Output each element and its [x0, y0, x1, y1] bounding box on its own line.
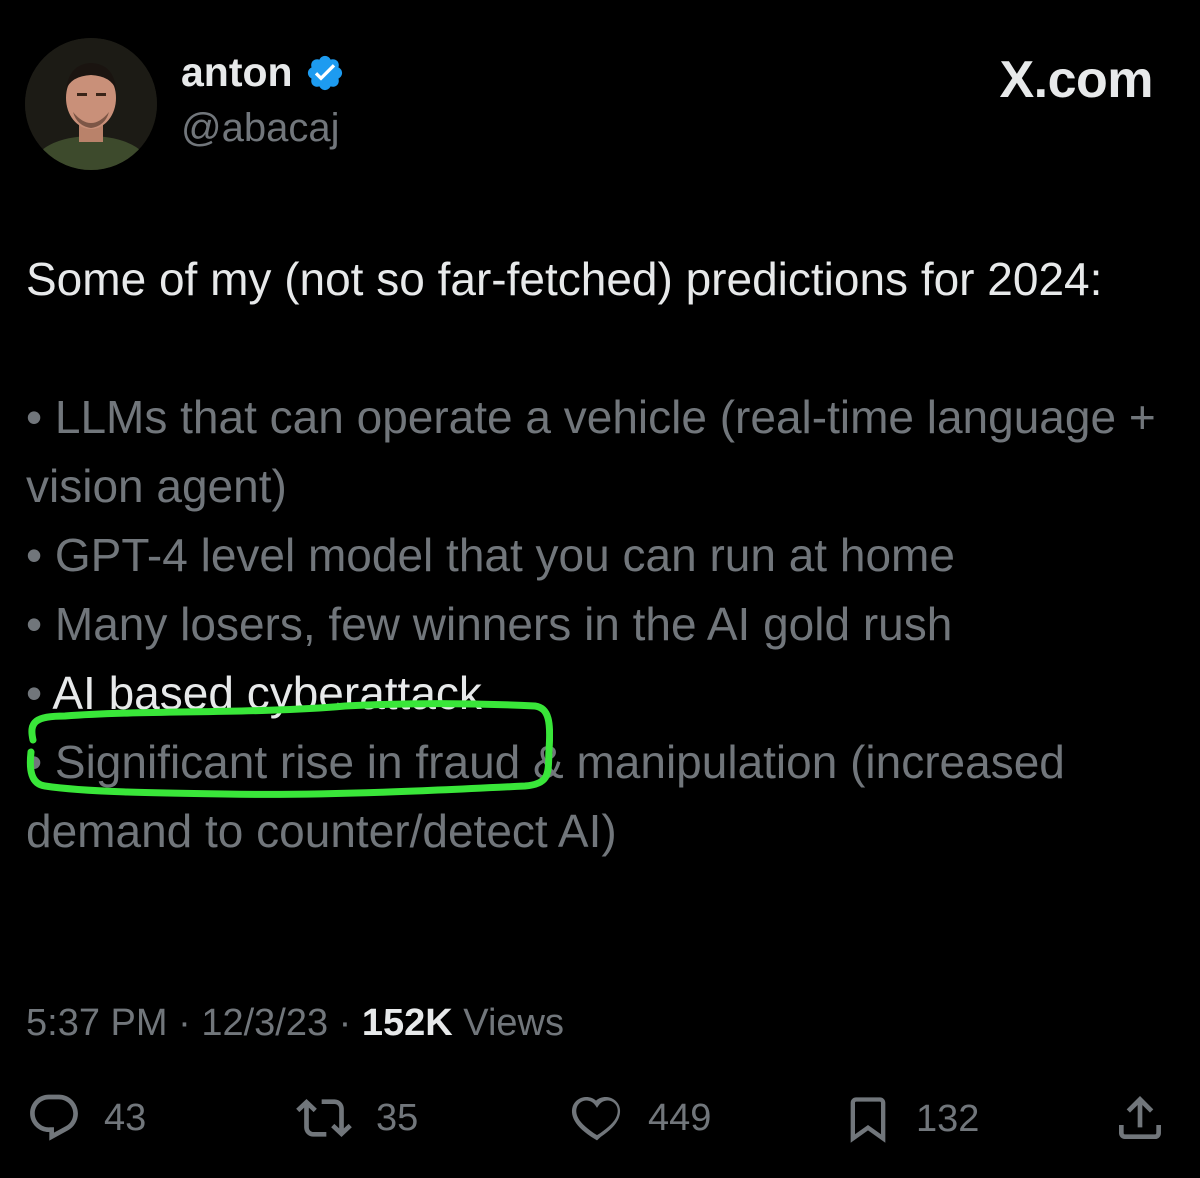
meta-separator: ·: [178, 1002, 191, 1044]
prediction-item: • Significant rise in fraud & manipulati…: [26, 728, 1186, 866]
repost-icon: [296, 1099, 352, 1137]
prediction-item: • Many losers, few winners in the AI gol…: [26, 590, 1186, 659]
bookmark-icon: [850, 1097, 886, 1143]
prediction-text: Significant rise in fraud & manipulation…: [26, 736, 1065, 857]
author-handle[interactable]: @abacaj: [181, 108, 339, 148]
bookmark-count: 132: [916, 1098, 980, 1140]
prediction-text: GPT-4 level model that you can run at ho…: [54, 529, 955, 581]
reply-count: 43: [104, 1097, 147, 1139]
tweet-time[interactable]: 5:37 PM: [26, 1002, 168, 1044]
prediction-text: AI based cyberattack: [52, 667, 482, 719]
site-label: X.com: [999, 51, 1153, 109]
prediction-item: • LLMs that can operate a vehicle (real-…: [26, 383, 1186, 521]
reply-icon: [30, 1094, 78, 1141]
prediction-text: Many losers, few winners in the AI gold …: [54, 598, 953, 650]
views-label: Views: [463, 1002, 564, 1044]
tweet-meta: 5:37 PM · 12/3/23 · 152K Views: [26, 1004, 564, 1042]
tweet-text: Some of my (not so far-fetched) predicti…: [26, 245, 1186, 866]
meta-separator: ·: [338, 1002, 352, 1044]
share-button[interactable]: [1112, 1090, 1168, 1146]
avatar[interactable]: [25, 38, 157, 170]
prediction-item-highlighted: • AI based cyberattack: [26, 659, 1186, 728]
action-bar: 43 35 449 132: [0, 1090, 1200, 1160]
bullet-dot: •: [26, 736, 43, 788]
avatar-photo: [25, 38, 157, 170]
bullet-dot: •: [26, 529, 43, 581]
share-icon: [1119, 1096, 1161, 1139]
prediction-text: LLMs that can operate a vehicle (real-ti…: [26, 391, 1156, 512]
like-icon: [571, 1096, 621, 1141]
tweet-date[interactable]: 12/3/23: [201, 1002, 328, 1044]
prediction-item: • GPT-4 level model that you can run at …: [26, 521, 1186, 590]
reply-button[interactable]: 43: [26, 1090, 146, 1146]
like-button[interactable]: 449: [568, 1090, 711, 1146]
verified-badge-icon: [305, 53, 345, 93]
bullet-dot: •: [26, 598, 43, 650]
prediction-list: • LLMs that can operate a vehicle (real-…: [26, 383, 1186, 866]
repost-count: 35: [376, 1097, 419, 1139]
bullet-dot: •: [26, 391, 43, 443]
bookmark-button[interactable]: 132: [842, 1090, 979, 1148]
repost-button[interactable]: 35: [294, 1090, 418, 1146]
author-display-name[interactable]: anton: [181, 52, 293, 93]
tweet-intro: Some of my (not so far-fetched) predicti…: [26, 253, 1103, 305]
like-count: 449: [648, 1097, 712, 1139]
author-name-row[interactable]: anton: [181, 52, 345, 93]
views-count: 152K: [361, 1002, 453, 1044]
bullet-dot: •: [26, 667, 43, 719]
